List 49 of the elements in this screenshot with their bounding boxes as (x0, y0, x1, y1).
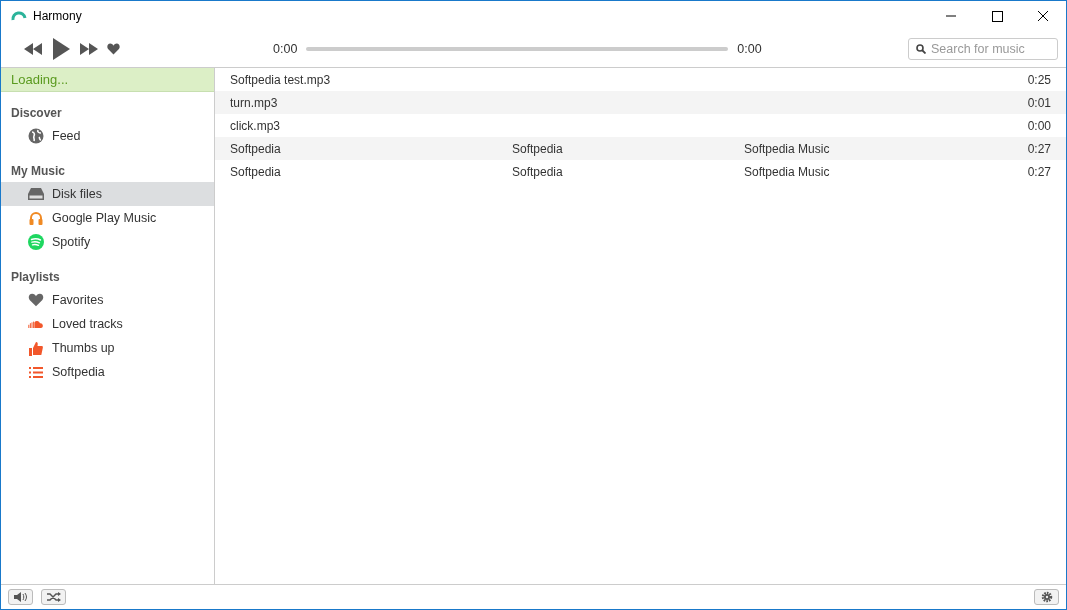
track-title: Softpedia test.mp3 (230, 72, 332, 87)
track-title: click.mp3 (230, 118, 281, 133)
section-heading: Discover (10, 105, 63, 116)
progress-track[interactable] (306, 47, 729, 51)
sidebar-item[interactable]: Favorites (1, 288, 214, 312)
disk-drive-icon (28, 188, 44, 200)
list-icon (28, 366, 44, 378)
shuffle-icon (46, 592, 61, 602)
sidebar-item[interactable]: Thumbs up (1, 336, 214, 360)
track-title: Softpedia (230, 164, 282, 179)
search-icon (916, 44, 926, 54)
track-duration: 0:27 (1027, 141, 1051, 156)
settings-icon (1040, 591, 1053, 603)
track-title: Softpedia (230, 141, 282, 156)
loading-status: Loading... (1, 68, 214, 92)
artist-cell: Softpedia (512, 141, 563, 156)
heart-icon (28, 293, 44, 307)
settings-button[interactable] (1034, 589, 1059, 605)
album-cell: Softpedia Music (744, 164, 830, 179)
track-duration: 0:01 (1027, 95, 1051, 110)
rewind-icon[interactable] (23, 43, 43, 55)
headphones-icon (28, 211, 44, 225)
sidebar-item[interactable]: Softpedia (1, 360, 214, 384)
app-logo-icon (11, 11, 27, 21)
sidebar-item[interactable]: Feed (1, 124, 214, 148)
elapsed-time: 0:00 (273, 42, 298, 56)
track-title: turn.mp3 (230, 95, 279, 110)
sidebar-item[interactable]: Loved tracks (1, 312, 214, 336)
sidebar-item[interactable]: Disk files (1, 182, 214, 206)
window-title: Harmony (33, 9, 82, 23)
heart-icon[interactable] (107, 43, 120, 55)
volume-button[interactable] (8, 589, 33, 605)
globe-icon (28, 128, 44, 144)
track-duration: 0:27 (1027, 164, 1051, 179)
play-icon[interactable] (51, 38, 71, 60)
sidebar-item[interactable]: Google Play Music (1, 206, 214, 230)
track-duration: 0:25 (1027, 72, 1051, 87)
artist-cell: Softpedia (512, 164, 563, 179)
cloud-icon (28, 319, 44, 329)
search-field[interactable]: Search for music (908, 38, 1058, 60)
speaker-icon (13, 592, 28, 602)
total-time: 0:00 (737, 42, 762, 56)
track-duration: 0:00 (1027, 118, 1051, 133)
sidebar-item[interactable]: Spotify (1, 230, 214, 254)
album-cell: Softpedia Music (744, 141, 830, 156)
fast-forward-icon[interactable] (79, 43, 99, 55)
spotify-icon (28, 234, 44, 250)
thumbs-up-icon (28, 340, 44, 356)
shuffle-button[interactable] (41, 589, 66, 605)
